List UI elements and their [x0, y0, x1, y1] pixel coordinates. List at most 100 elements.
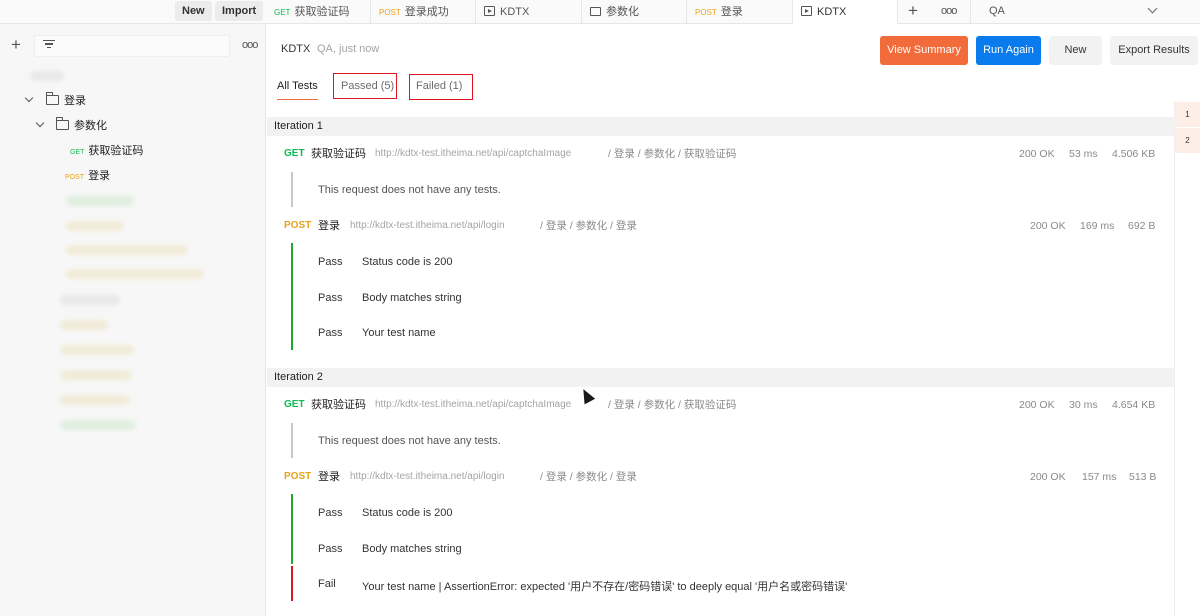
active-tab-underline: [277, 98, 318, 100]
sidebar-folder-parameterize[interactable]: 参数化: [35, 117, 107, 135]
tab-label: KDTX: [817, 6, 847, 18]
method-badge: POST: [65, 174, 85, 181]
tab-method: POST: [379, 8, 401, 17]
new-tab-plus-icon[interactable]: +: [908, 0, 918, 22]
blurred-item: [60, 345, 134, 355]
request-url: http://kdtx-test.itheima.net/api/captcha…: [375, 148, 572, 159]
method-badge: POST: [284, 471, 312, 482]
tree-label: 获取验证码: [88, 145, 144, 157]
blurred-item: [60, 395, 130, 405]
blurred-item: [66, 196, 134, 206]
filter-icon[interactable]: [43, 40, 55, 49]
response-size: 4.654 KB: [1112, 399, 1156, 411]
blurred-item: [60, 295, 120, 305]
blurred-item: [60, 370, 132, 380]
request-name: 获取验证码: [311, 399, 366, 411]
run-again-button[interactable]: Run Again: [976, 36, 1041, 65]
response-time: 53 ms: [1069, 148, 1098, 160]
response-size: 4.506 KB: [1112, 148, 1156, 160]
result-bar: [291, 423, 293, 458]
request-result-row[interactable]: GET 获取验证码 http://kdtx-test.itheima.net/a…: [267, 396, 1174, 414]
method-badge: POST: [284, 220, 312, 231]
folder-icon: [46, 92, 59, 105]
result-bar: [291, 494, 293, 564]
request-result-row[interactable]: POST 登录 http://kdtx-test.itheima.net/api…: [267, 217, 1174, 235]
response-status: 200 OK: [1019, 399, 1055, 411]
method-badge: GET: [284, 399, 305, 410]
response-time: 169 ms: [1080, 220, 1115, 232]
response-status: 200 OK: [1030, 471, 1066, 483]
environment-label: QA: [989, 5, 1005, 17]
tab-label: 获取验证码: [294, 6, 350, 18]
folder-icon: [590, 7, 601, 16]
sidebar-folder-login[interactable]: 登录: [24, 92, 86, 110]
add-plus-icon[interactable]: +: [11, 36, 21, 53]
export-results-button[interactable]: Export Results: [1110, 36, 1198, 65]
test-result: Pass: [318, 543, 343, 555]
test-result: Pass: [318, 327, 343, 339]
tree-label: 参数化: [74, 120, 107, 132]
sidebar-search-input[interactable]: [34, 35, 230, 57]
request-path: / 登录 / 参数化 / 登录: [540, 471, 637, 483]
request-result-row[interactable]: GET 获取验证码 http://kdtx-test.itheima.net/a…: [267, 145, 1174, 163]
blurred-item: [60, 320, 108, 330]
sidebar-request-post-login[interactable]: POST 登录: [65, 167, 110, 185]
tab-label: All Tests: [277, 80, 318, 92]
new-run-button[interactable]: New: [1049, 36, 1102, 65]
no-tests-message: This request does not have any tests.: [318, 435, 501, 447]
environment-selector[interactable]: QA: [970, 0, 1168, 24]
tab-runner-kdtx-active[interactable]: KDTX: [793, 0, 898, 24]
result-bar-fail: [291, 566, 293, 601]
new-button[interactable]: New: [175, 1, 212, 21]
import-button[interactable]: Import: [215, 1, 264, 21]
tab-get-captcha[interactable]: GET 获取验证码: [266, 0, 371, 24]
runner-icon: [801, 6, 812, 16]
sidebar-more-dots-icon[interactable]: ooo: [242, 39, 258, 51]
result-bar: [291, 243, 293, 350]
tab-folder-parameterize[interactable]: 参数化: [582, 0, 687, 24]
test-name: Status code is 200: [362, 507, 453, 519]
runner-icon: [484, 6, 495, 16]
method-badge: GET: [284, 148, 305, 159]
iteration-navigator: 1 2: [1174, 101, 1200, 616]
request-result-row[interactable]: POST 登录 http://kdtx-test.itheima.net/api…: [267, 468, 1174, 486]
test-result: Pass: [318, 507, 343, 519]
sidebar-request-get-captcha[interactable]: GET 获取验证码: [70, 142, 143, 160]
chevron-down-icon: [24, 93, 34, 103]
response-status: 200 OK: [1030, 220, 1066, 232]
tree-label: 登录: [88, 170, 111, 182]
result-bar: [291, 172, 293, 207]
iteration-header: Iteration 2: [267, 368, 1174, 387]
test-name: Body matches string: [362, 543, 462, 555]
request-name: 获取验证码: [311, 148, 366, 160]
no-tests-message: This request does not have any tests.: [318, 184, 501, 196]
request-path: / 登录 / 参数化 / 登录: [540, 220, 637, 232]
view-summary-button[interactable]: View Summary: [880, 36, 968, 65]
run-subtitle: QA, just now: [317, 43, 380, 55]
response-time: 30 ms: [1069, 399, 1098, 411]
iteration-marker[interactable]: 2: [1175, 128, 1200, 153]
request-url: http://kdtx-test.itheima.net/api/captcha…: [375, 399, 572, 410]
response-size: 513 B: [1129, 471, 1157, 483]
tab-all-tests[interactable]: All Tests: [277, 79, 318, 100]
request-url: http://kdtx-test.itheima.net/api/login: [350, 220, 505, 231]
tree-label: 登录: [64, 95, 86, 107]
test-name: Your test name | AssertionError: expecte…: [362, 581, 848, 593]
tab-post-login[interactable]: POST 登录: [687, 0, 793, 24]
request-path: / 登录 / 参数化 / 获取验证码: [608, 148, 737, 160]
test-result: Fail: [318, 578, 336, 590]
tab-label: 登录成功: [404, 6, 449, 18]
blurred-item: [66, 221, 124, 231]
chevron-down-icon: [35, 118, 45, 128]
tab-post-login-success[interactable]: POST 登录成功: [371, 0, 476, 24]
tab-label: 登录: [720, 6, 743, 18]
response-time: 157 ms: [1082, 471, 1117, 483]
method-badge: GET: [70, 149, 85, 156]
more-tabs-dots-icon[interactable]: ooo: [941, 0, 957, 22]
blurred-item: [66, 269, 204, 279]
run-title: KDTX: [281, 43, 311, 55]
iteration-marker[interactable]: 1: [1175, 102, 1200, 127]
response-size: 692 B: [1128, 220, 1156, 232]
tab-runner-kdtx[interactable]: KDTX: [476, 0, 582, 24]
tab-method: GET: [274, 8, 291, 17]
